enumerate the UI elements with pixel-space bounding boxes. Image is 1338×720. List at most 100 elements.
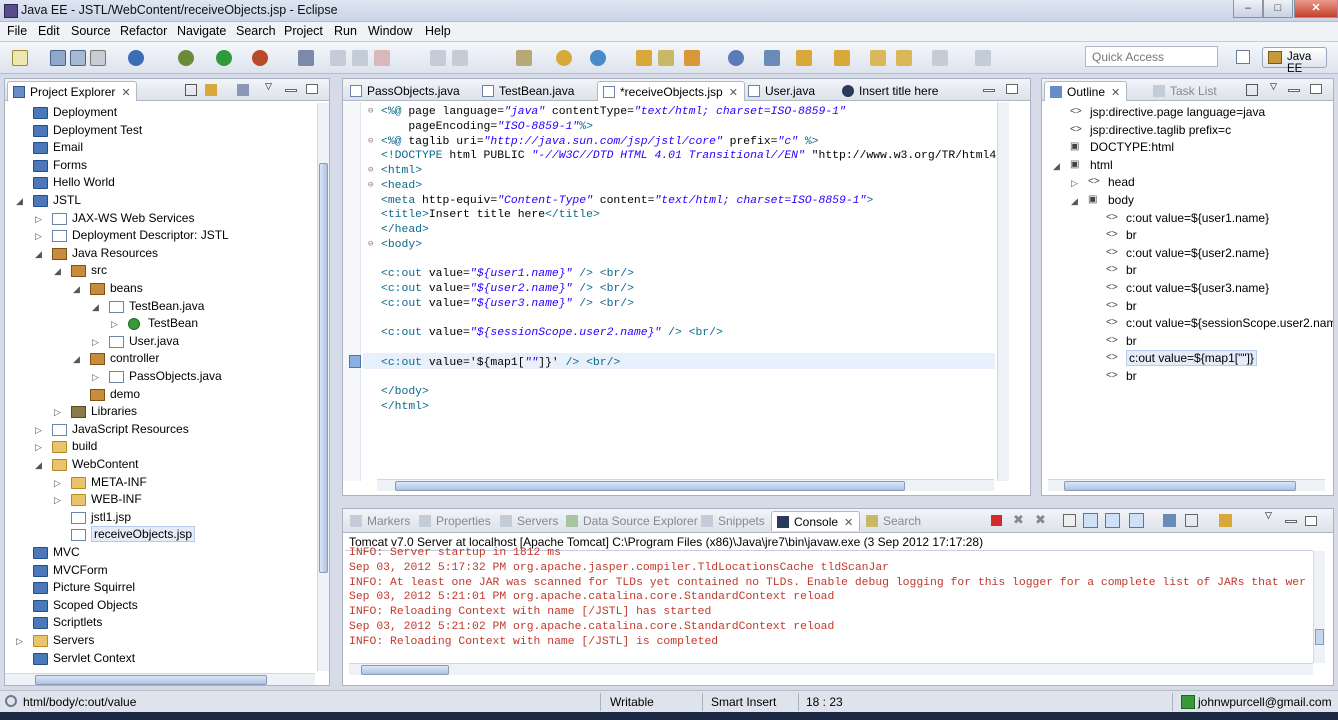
tree-item[interactable]: Deployment Test bbox=[33, 123, 142, 140]
code-line[interactable]: <c:out value="${user2.name}" /> <br/> bbox=[381, 282, 634, 297]
tab-receiveobjects-jsp[interactable]: *receiveObjects.jsp ✕ bbox=[597, 81, 745, 101]
tree-item[interactable]: Hello World bbox=[33, 175, 115, 192]
remove-all-icon[interactable]: ✖ bbox=[1035, 512, 1046, 528]
close-icon[interactable]: ✕ bbox=[729, 87, 738, 99]
tree-item[interactable]: ▷ JAX-WS Web Services bbox=[35, 211, 194, 228]
fold-marker-icon[interactable]: ⊖ bbox=[368, 165, 373, 175]
vscroll-thumb[interactable] bbox=[319, 163, 328, 573]
code-line[interactable]: </head> bbox=[381, 223, 429, 238]
close-icon[interactable]: ✕ bbox=[844, 517, 853, 529]
new-server-icon[interactable] bbox=[556, 50, 572, 66]
minimize-view-icon[interactable] bbox=[983, 89, 995, 92]
code-line[interactable]: <title>Insert title here</title> bbox=[381, 208, 600, 223]
menu-source[interactable]: Source bbox=[71, 24, 111, 38]
menu-search[interactable]: Search bbox=[236, 24, 276, 38]
expanded-arrow-icon[interactable]: ◢ bbox=[16, 196, 23, 207]
expanded-arrow-icon[interactable]: ◢ bbox=[1053, 161, 1060, 172]
expanded-arrow-icon[interactable]: ◢ bbox=[1071, 196, 1078, 207]
menu-project[interactable]: Project bbox=[284, 24, 323, 38]
outline-item[interactable]: <> br bbox=[1106, 228, 1137, 245]
minimize-button[interactable]: – bbox=[1233, 0, 1263, 18]
collapsed-arrow-icon[interactable]: ▷ bbox=[35, 442, 42, 453]
collapsed-arrow-icon[interactable]: ▷ bbox=[54, 407, 61, 418]
outline-item[interactable]: <> br bbox=[1106, 334, 1137, 351]
console-hscroll[interactable] bbox=[349, 663, 1313, 675]
collapsed-arrow-icon[interactable]: ▷ bbox=[35, 425, 42, 436]
code-line[interactable]: <%@ taglib uri="http://java.sun.com/jsp/… bbox=[381, 135, 819, 150]
terminate-icon[interactable] bbox=[991, 515, 1002, 526]
maximize-view-icon[interactable] bbox=[1310, 84, 1322, 94]
menu-edit[interactable]: Edit bbox=[38, 24, 60, 38]
expanded-arrow-icon[interactable]: ◢ bbox=[54, 266, 61, 277]
collapsed-arrow-icon[interactable]: ▷ bbox=[1071, 178, 1078, 189]
search-toolbar-icon[interactable] bbox=[684, 50, 700, 66]
hscroll-thumb[interactable] bbox=[395, 481, 905, 491]
tree-item[interactable]: ▷ META-INF bbox=[54, 475, 147, 492]
maximize-view-icon[interactable] bbox=[306, 84, 318, 94]
outline-item[interactable]: <> c:out value=${user3.name} bbox=[1106, 281, 1269, 298]
tree-item[interactable]: Servlet Context bbox=[33, 651, 135, 668]
tree-item[interactable]: MVCForm bbox=[33, 563, 108, 580]
view-menu-icon[interactable]: ▽ bbox=[1265, 510, 1272, 521]
tab-data-source-explorer[interactable]: Data Source Explorer bbox=[561, 511, 704, 531]
maximize-view-icon[interactable] bbox=[1305, 516, 1317, 526]
tree-item[interactable]: Scriptlets bbox=[33, 615, 102, 632]
code-line[interactable]: <c:out value='${map1[""]}' /> <br/> bbox=[381, 356, 620, 371]
menu-run[interactable]: Run bbox=[334, 24, 357, 38]
perspective-java-ee[interactable]: Java EE bbox=[1262, 47, 1327, 75]
outline-item[interactable]: ◢ ▣ html bbox=[1053, 158, 1113, 175]
hscroll-thumb[interactable] bbox=[361, 665, 449, 675]
pin-console-icon[interactable] bbox=[1163, 514, 1176, 527]
expanded-arrow-icon[interactable]: ◢ bbox=[35, 249, 42, 260]
maximize-button[interactable]: □ bbox=[1263, 0, 1293, 18]
expanded-arrow-icon[interactable]: ◢ bbox=[92, 302, 99, 313]
project-tree-vscroll[interactable] bbox=[317, 103, 329, 671]
save-icon[interactable] bbox=[50, 50, 66, 66]
toggle-mark-icon[interactable] bbox=[298, 50, 314, 66]
fold-marker-icon[interactable]: ⊖ bbox=[368, 239, 373, 249]
tab-servers[interactable]: Servers bbox=[495, 511, 564, 531]
tab-search[interactable]: Search bbox=[861, 511, 927, 531]
collapse-all-icon[interactable] bbox=[185, 84, 197, 96]
code-line[interactable]: <c:out value="${user3.name}" /> <br/> bbox=[381, 297, 634, 312]
run-icon[interactable] bbox=[216, 50, 232, 66]
open-task-icon[interactable] bbox=[658, 50, 674, 66]
menu-refactor[interactable]: Refactor bbox=[120, 24, 167, 38]
tree-item[interactable]: ◢ beans bbox=[73, 281, 143, 298]
globe-icon[interactable] bbox=[728, 50, 744, 66]
code-line[interactable]: <c:out value="${sessionScope.user2.name}… bbox=[381, 326, 723, 341]
outline-item[interactable]: ▷ <> head bbox=[1071, 175, 1135, 192]
menu-window[interactable]: Window bbox=[368, 24, 412, 38]
prev-annotation-icon[interactable] bbox=[834, 50, 850, 66]
tab-insert-title-here[interactable]: Insert title here bbox=[837, 81, 944, 101]
next-annotation-icon[interactable] bbox=[796, 50, 812, 66]
menu-file[interactable]: File bbox=[7, 24, 27, 38]
show-on-error-icon[interactable] bbox=[1129, 513, 1144, 528]
code-line[interactable]: <c:out value="${user1.name}" /> <br/> bbox=[381, 267, 634, 282]
print-icon[interactable] bbox=[90, 50, 106, 66]
tree-item[interactable]: ◢ src bbox=[54, 263, 107, 280]
display-console-icon[interactable] bbox=[1185, 514, 1198, 527]
open-type-icon[interactable] bbox=[636, 50, 652, 66]
tab-console[interactable]: Console ✕ bbox=[771, 511, 861, 531]
collapse-all-icon[interactable] bbox=[1246, 84, 1258, 96]
save-all-icon[interactable] bbox=[70, 50, 86, 66]
tree-item[interactable]: ◢ JSTL bbox=[16, 193, 81, 210]
expanded-arrow-icon[interactable]: ◢ bbox=[73, 354, 80, 365]
code-line[interactable]: </html> bbox=[381, 400, 429, 415]
filter-icon[interactable] bbox=[237, 84, 249, 96]
quick-access-input[interactable]: Quick Access bbox=[1085, 46, 1218, 67]
tree-item[interactable]: ◢ controller bbox=[73, 351, 159, 368]
close-icon[interactable]: ✕ bbox=[121, 87, 130, 99]
fold-marker-icon[interactable]: ⊖ bbox=[368, 106, 373, 116]
show-on-output-icon[interactable] bbox=[1105, 513, 1120, 528]
tree-item[interactable]: demo bbox=[90, 387, 140, 404]
tree-item[interactable]: receiveObjects.jsp bbox=[71, 526, 196, 544]
code-line[interactable]: <%@ page language="java" contentType="te… bbox=[381, 105, 846, 120]
console-vscroll[interactable] bbox=[1313, 551, 1325, 663]
outline-item[interactable]: <> br bbox=[1106, 263, 1137, 280]
fast-view-icon[interactable] bbox=[5, 695, 17, 707]
tab-properties[interactable]: Properties bbox=[414, 511, 497, 531]
fold-marker-icon[interactable]: ⊖ bbox=[368, 180, 373, 190]
tab-user-java[interactable]: User.java bbox=[743, 81, 821, 101]
